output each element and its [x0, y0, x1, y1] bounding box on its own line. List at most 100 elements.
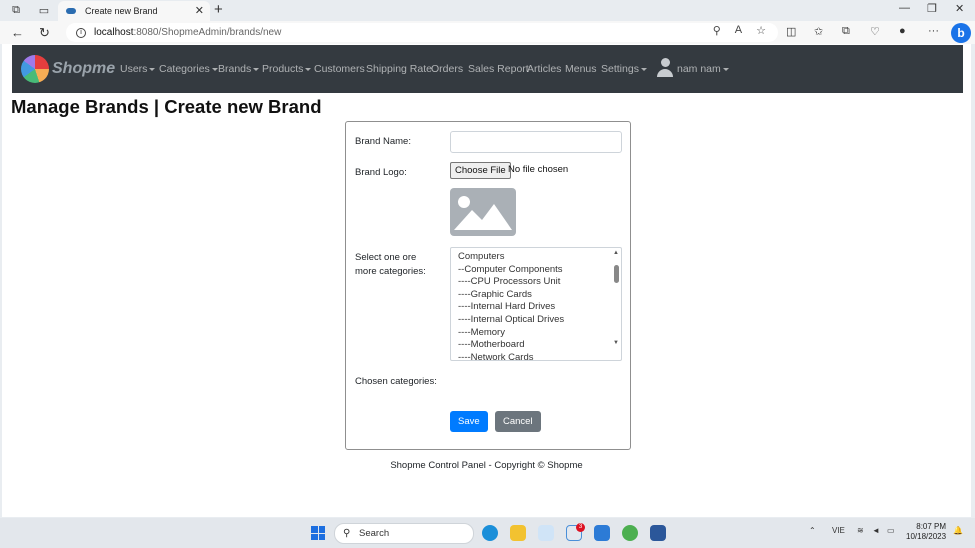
nav-sales-report-label: Sales Report [468, 63, 529, 75]
nav-users-label: Users [120, 63, 148, 75]
read-aloud-icon[interactable]: A [735, 24, 742, 37]
nav-customers[interactable]: Customers [314, 63, 365, 75]
address-bar[interactable]: i localhost:8080/ShopmeAdmin/brands/new … [66, 23, 778, 42]
nav-shipping-rate[interactable]: Shipping Rate [366, 63, 432, 75]
battery-icon[interactable]: ▭ [887, 526, 895, 535]
vscode-icon[interactable] [594, 525, 610, 541]
restore-icon[interactable]: ❐ [927, 2, 937, 15]
wifi-icon[interactable]: ≋ [857, 526, 864, 535]
nav-articles[interactable]: Articles [527, 63, 561, 75]
app-green-icon[interactable] [622, 525, 638, 541]
brand-name-input[interactable] [450, 131, 622, 153]
chevron-down-icon [722, 67, 729, 71]
chosen-categories-label: Chosen categories: [355, 376, 437, 387]
scroll-thumb[interactable] [614, 265, 619, 283]
copilot-icon[interactable]: b [951, 23, 971, 43]
favorite-star-icon[interactable]: ☆ [756, 24, 766, 37]
browser-essentials-icon[interactable]: ♡ [870, 25, 880, 38]
edge-browser-icon[interactable] [482, 525, 498, 541]
category-option[interactable]: ----Motherboard [451, 339, 621, 352]
chevron-down-icon [253, 67, 260, 71]
windows-taskbar: ⚲ Search 3 ⌃ VIE ≋ ◄ ▭ 8:07 PM 10/18/202… [0, 518, 975, 548]
nav-orders-label: Orders [431, 63, 464, 75]
clock-time: 8:07 PM [916, 522, 947, 531]
input-language[interactable]: VIE [832, 526, 845, 535]
close-window-icon[interactable]: ✕ [955, 2, 964, 15]
nav-brands[interactable]: Brands [218, 63, 260, 75]
shopme-logo[interactable]: Shopme [21, 55, 115, 83]
nav-user-menu[interactable]: nam nam [677, 63, 729, 75]
split-screen-icon[interactable]: ◫ [786, 25, 796, 38]
nav-products-label: Products [262, 63, 304, 75]
nav-articles-label: Articles [527, 63, 562, 75]
category-option[interactable]: ----CPU Processors Unit [451, 276, 621, 289]
nav-menus[interactable]: Menus [565, 63, 597, 75]
tab-actions-icon[interactable]: ▭ [37, 4, 51, 18]
notification-badge: 3 [576, 523, 585, 532]
workspaces-icon[interactable]: ⧉ [9, 4, 23, 18]
close-tab-icon[interactable]: ✕ [195, 4, 204, 17]
nav-orders[interactable]: Orders [431, 63, 463, 75]
back-icon[interactable]: ← [11, 25, 24, 40]
page-title: Manage Brands | Create new Brand [11, 96, 322, 117]
scroll-down-icon[interactable]: ▼ [613, 340, 619, 346]
collections-icon[interactable]: ⧉ [842, 25, 850, 38]
taskbar-search[interactable]: ⚲ Search [334, 523, 474, 544]
category-option[interactable]: ----Internal Hard Drives [451, 301, 621, 314]
nav-settings[interactable]: Settings [601, 63, 647, 75]
user-name: nam nam [677, 63, 721, 75]
browser-tab-active[interactable]: Create new Brand ✕ [58, 1, 210, 21]
nav-customers-label: Customers [314, 63, 365, 75]
more-options-icon[interactable]: ··· [928, 25, 939, 37]
search-icon: ⚲ [343, 528, 351, 539]
categories-scrollbar[interactable]: ▲ ▼ [613, 250, 620, 360]
site-info-icon[interactable]: i [76, 27, 86, 38]
chevron-down-icon [305, 67, 312, 71]
zoom-icon[interactable]: ⚲ [713, 24, 721, 37]
nav-products[interactable]: Products [262, 63, 312, 75]
user-avatar-icon[interactable] [657, 58, 673, 78]
browser-tab-strip: ⧉ ▭ Create new Brand ✕ + — ❐ ✕ [0, 0, 975, 21]
shopme-logo-text: Shopme [52, 60, 116, 77]
page-footer: Shopme Control Panel - Copyright © Shopm… [390, 460, 583, 471]
brand-logo-label: Brand Logo: [355, 167, 407, 178]
shopme-logo-icon [21, 55, 49, 83]
tab-favicon-icon [66, 8, 76, 14]
nav-settings-label: Settings [601, 63, 639, 75]
nav-sales-report[interactable]: Sales Report [468, 63, 529, 75]
system-clock[interactable]: 8:07 PM 10/18/2023 [906, 522, 946, 542]
category-option[interactable]: ----Graphic Cards [451, 289, 621, 302]
taskbar-search-label: Search [359, 528, 390, 539]
category-option[interactable]: ----Memory [451, 327, 621, 340]
minimize-icon[interactable]: — [899, 2, 910, 14]
file-explorer-icon[interactable] [510, 525, 526, 541]
category-option[interactable]: ----Network Cards [451, 352, 621, 360]
image-placeholder-icon [450, 188, 516, 236]
word-icon[interactable] [650, 525, 666, 541]
nav-users[interactable]: Users [120, 63, 156, 75]
nav-categories[interactable]: Categories [159, 63, 218, 75]
new-tab-icon[interactable]: + [214, 1, 223, 18]
windows-start-icon[interactable] [311, 526, 325, 540]
clock-date: 10/18/2023 [906, 532, 947, 541]
category-option[interactable]: Computers [451, 251, 621, 264]
choose-file-button[interactable]: Choose File [450, 162, 511, 179]
file-status: No file chosen [508, 164, 569, 175]
volume-icon[interactable]: ◄ [872, 526, 880, 535]
save-button[interactable]: Save [450, 411, 488, 432]
nav-categories-label: Categories [159, 63, 210, 75]
copilot-taskbar-icon[interactable] [538, 525, 554, 541]
select-categories-label-line2: more categories: [355, 266, 426, 277]
show-hidden-icons-icon[interactable]: ⌃ [809, 526, 816, 535]
scroll-up-icon[interactable]: ▲ [613, 250, 619, 256]
browser-toolbar: ← ↻ i localhost:8080/ShopmeAdmin/brands/… [0, 21, 975, 44]
notifications-bell-icon[interactable]: 🔔 [953, 526, 963, 535]
refresh-icon[interactable]: ↻ [39, 25, 50, 41]
favorites-icon[interactable]: ✩ [814, 25, 823, 38]
cancel-button[interactable]: Cancel [495, 411, 541, 432]
category-option[interactable]: ----Internal Optical Drives [451, 314, 621, 327]
profile-icon[interactable]: ● [899, 25, 906, 37]
categories-multiselect[interactable]: Computers --Computer Components ----CPU … [450, 247, 622, 361]
chevron-down-icon [149, 67, 156, 71]
category-option[interactable]: --Computer Components [451, 264, 621, 277]
